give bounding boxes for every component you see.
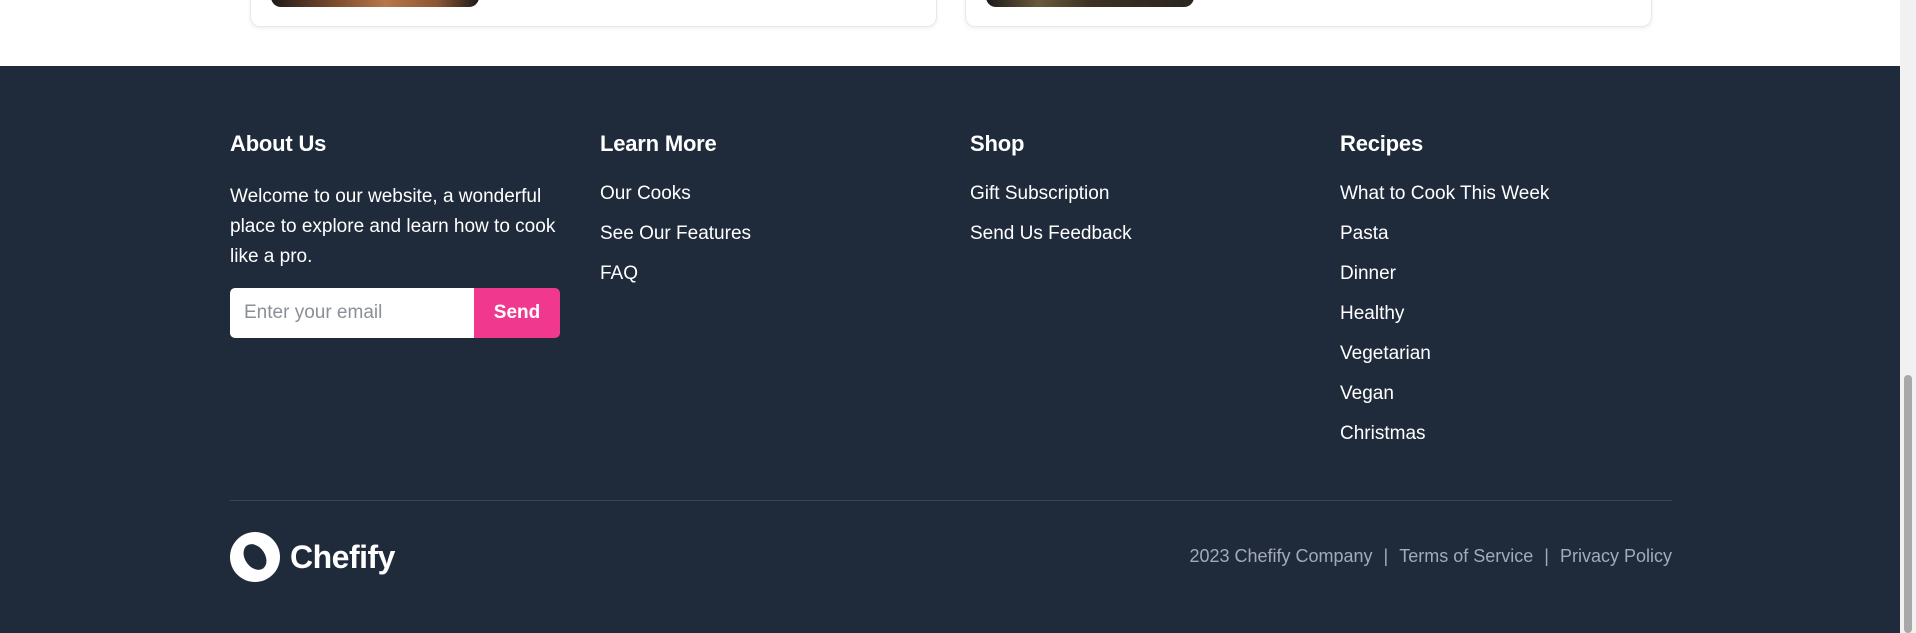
footer-link-item: Dinner (1340, 262, 1680, 302)
recipe-card-image (986, 0, 1194, 7)
brand-name: Chefify (290, 538, 395, 575)
footer-link-item: Healthy (1340, 302, 1680, 342)
footer-link-christmas[interactable]: Christmas (1340, 423, 1426, 444)
terms-of-service-link[interactable]: Terms of Service (1399, 546, 1533, 567)
footer-link-item: Pasta (1340, 222, 1680, 262)
footer-link-send-feedback[interactable]: Send Us Feedback (970, 223, 1132, 244)
footer-link-item: Send Us Feedback (970, 222, 1300, 262)
footer-link-item: See Our Features (600, 222, 930, 262)
recipe-card-image (271, 0, 479, 7)
footer-brand[interactable]: Chefify (230, 532, 395, 582)
footer-about-text: Welcome to our website, a wonderful plac… (230, 186, 556, 267)
footer-link-pasta[interactable]: Pasta (1340, 223, 1389, 244)
footer-recipes-links: What to Cook This Week Pasta Dinner Heal… (1340, 182, 1680, 462)
legal-separator: | (1544, 546, 1549, 566)
footer-link-faq[interactable]: FAQ (600, 263, 638, 284)
footer-link-vegetarian[interactable]: Vegetarian (1340, 343, 1431, 364)
footer-link-gift-subscription[interactable]: Gift Subscription (970, 183, 1109, 204)
footer-shop-links: Gift Subscription Send Us Feedback (970, 182, 1300, 262)
footer-link-item: Vegan (1340, 382, 1680, 422)
footer-about-title: About Us (230, 131, 327, 156)
footer-link-item: Gift Subscription (970, 182, 1300, 222)
footer-link-healthy[interactable]: Healthy (1340, 303, 1404, 324)
copyright-text: 2023 Chefify Company (1189, 546, 1373, 566)
footer-divider (230, 500, 1672, 501)
site-footer: About Us Welcome to our website, a wonde… (0, 66, 1900, 633)
email-input[interactable] (230, 288, 474, 338)
newsletter-form: Send (230, 288, 561, 338)
privacy-policy-link[interactable]: Privacy Policy (1560, 546, 1672, 567)
footer-legal: 2023 Chefify Company | Terms of Service … (1189, 546, 1672, 567)
footer-shop-column: Shop Gift Subscription Send Us Feedback (970, 130, 1300, 262)
footer-link-dinner[interactable]: Dinner (1340, 263, 1396, 284)
footer-learn-more-title: Learn More (600, 131, 717, 156)
recipe-card[interactable] (250, 0, 937, 27)
footer-link-see-our-features[interactable]: See Our Features (600, 223, 751, 244)
footer-link-item: Christmas (1340, 422, 1680, 462)
footer-learn-more-links: Our Cooks See Our Features FAQ (600, 182, 930, 302)
footer-recipes-column: Recipes What to Cook This Week Pasta Din… (1340, 130, 1680, 462)
footer-link-item: Vegetarian (1340, 342, 1680, 382)
footer-link-what-to-cook[interactable]: What to Cook This Week (1340, 183, 1549, 204)
legal-separator: | (1383, 546, 1389, 566)
footer-link-item: Our Cooks (600, 182, 930, 222)
send-button[interactable]: Send (474, 288, 560, 338)
footer-recipes-title: Recipes (1340, 131, 1423, 156)
scrollbar-thumb[interactable] (1904, 375, 1912, 633)
footer-learn-more-column: Learn More Our Cooks See Our Features FA… (600, 130, 930, 302)
footer-link-item: FAQ (600, 262, 930, 302)
content-section-bottom (0, 0, 1900, 66)
footer-link-item: What to Cook This Week (1340, 182, 1680, 222)
page-scrollbar[interactable] (1900, 0, 1916, 633)
footer-shop-title: Shop (970, 131, 1025, 156)
recipe-card[interactable] (965, 0, 1652, 27)
chefify-logo-icon (230, 532, 280, 582)
footer-about-column: About Us Welcome to our website, a wonde… (230, 130, 570, 338)
footer-link-vegan[interactable]: Vegan (1340, 383, 1394, 404)
footer-link-our-cooks[interactable]: Our Cooks (600, 183, 691, 204)
